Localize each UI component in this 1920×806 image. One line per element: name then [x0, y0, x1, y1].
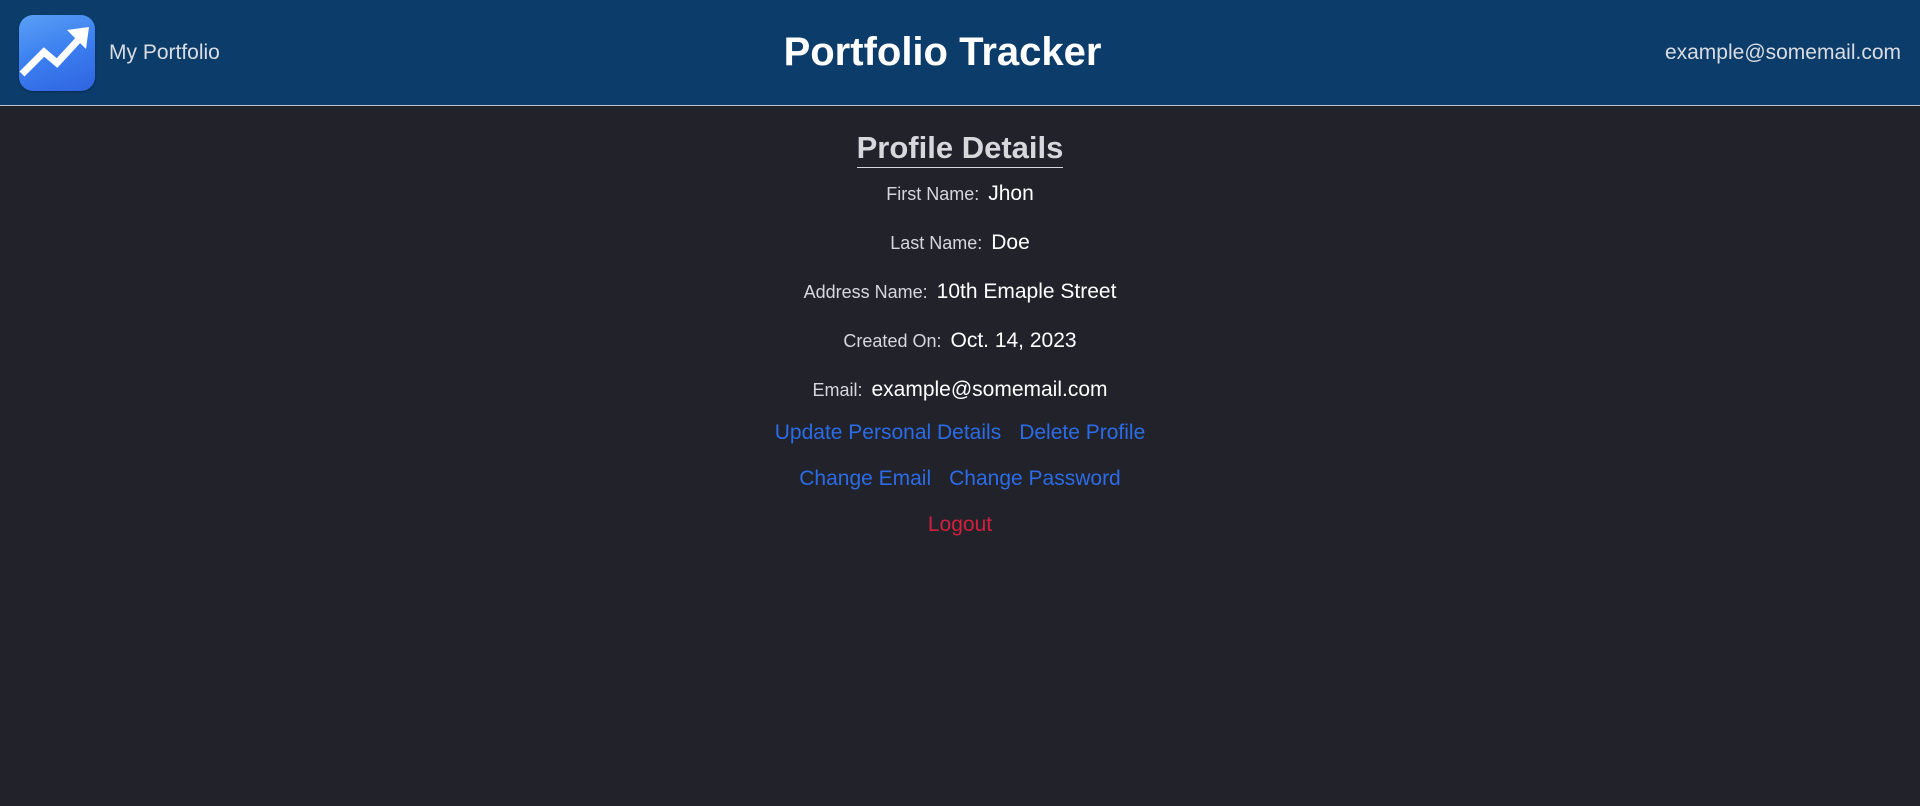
- email-row: Email: example@somemail.com: [0, 365, 1920, 414]
- user-email-link[interactable]: example@somemail.com: [1665, 40, 1901, 66]
- top-navbar: My Portfolio Portfolio Tracker example@s…: [0, 0, 1920, 106]
- last-name-row: Last Name: Doe: [0, 218, 1920, 267]
- change-email-link[interactable]: Change Email: [799, 467, 931, 490]
- last-name-value: Doe: [991, 231, 1030, 254]
- delete-profile-link[interactable]: Delete Profile: [1019, 421, 1145, 444]
- email-value: example@somemail.com: [871, 378, 1108, 401]
- profile-actions-row-1: Update Personal Details Delete Profile: [0, 410, 1920, 456]
- page-title: Profile Details: [856, 129, 1064, 168]
- created-on-row: Created On: Oct. 14, 2023: [0, 316, 1920, 365]
- created-on-label: Created On:: [843, 331, 942, 351]
- last-name-label: Last Name:: [890, 233, 983, 253]
- logout-link[interactable]: Logout: [928, 513, 992, 536]
- update-personal-details-link[interactable]: Update Personal Details: [775, 421, 1001, 444]
- first-name-value: Jhon: [988, 182, 1034, 205]
- address-value: 10th Emaple Street: [936, 280, 1117, 303]
- email-label: Email:: [812, 380, 863, 400]
- logout-row: Logout: [0, 502, 1920, 548]
- profile-details-section: Profile Details First Name: Jhon Last Nam…: [0, 107, 1920, 548]
- address-label: Address Name:: [803, 282, 928, 302]
- app-title: Portfolio Tracker: [783, 30, 1102, 74]
- address-row: Address Name: 10th Emaple Street: [0, 267, 1920, 316]
- created-on-value: Oct. 14, 2023: [950, 329, 1077, 352]
- change-password-link[interactable]: Change Password: [949, 467, 1121, 490]
- profile-actions-row-2: Change Email Change Password: [0, 456, 1920, 502]
- first-name-row: First Name: Jhon: [0, 169, 1920, 218]
- first-name-label: First Name:: [886, 184, 980, 204]
